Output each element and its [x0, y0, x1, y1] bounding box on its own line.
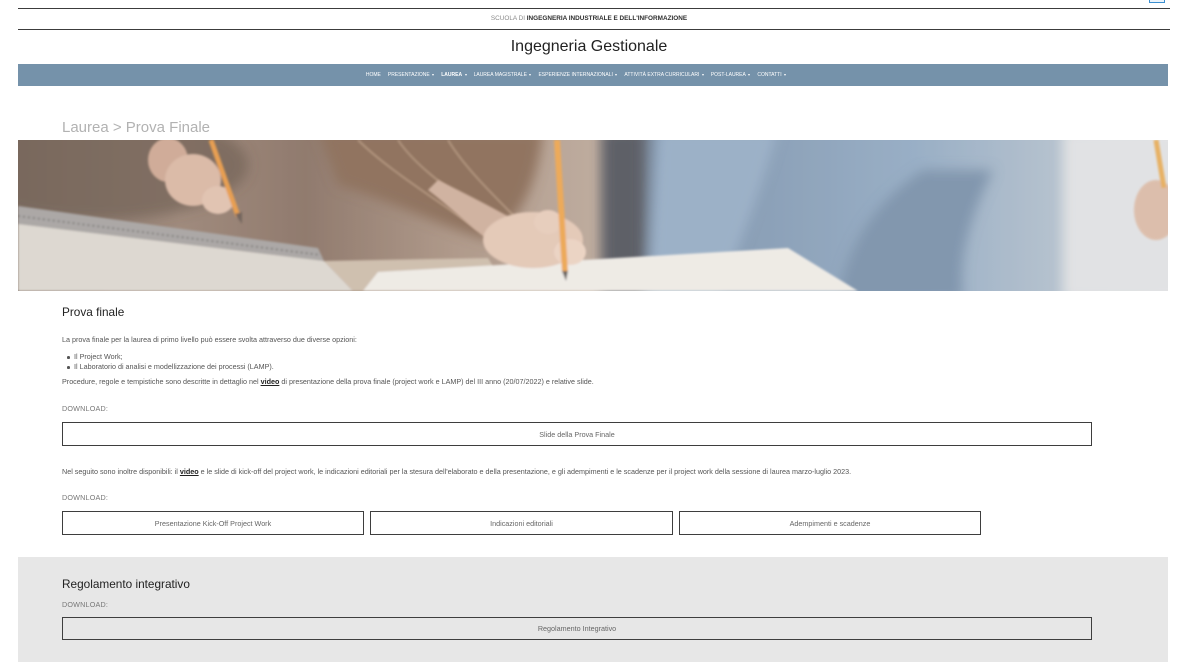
- section-heading: Prova finale: [62, 305, 125, 319]
- school-name: SCUOLA DI INGEGNERIA INDUSTRIALE E DELL'…: [0, 15, 1178, 23]
- procedure-text-end: di presentazione della prova finale (pro…: [279, 377, 594, 386]
- additional-resources-text: Nel seguito sono inoltre disponibili: il…: [62, 467, 851, 477]
- download-label: DOWNLOAD:: [62, 493, 109, 502]
- additional-text-start: Nel seguito sono inoltre disponibili: il: [62, 467, 180, 476]
- nav-item-label: POST-LAUREA: [710, 72, 746, 78]
- page-title: Laurea > Prova Finale: [62, 119, 211, 136]
- nav-item-label: CONTATTI: [757, 72, 782, 78]
- video-link[interactable]: video: [261, 377, 280, 386]
- chevron-down-icon: [784, 74, 787, 76]
- nav-item-label: ESPERIENZE INTERNAZIONALI: [538, 72, 613, 78]
- chevron-down-icon: [432, 74, 435, 76]
- school-prefix: SCUOLA DI: [490, 15, 525, 22]
- download-label: DOWNLOAD:: [62, 600, 109, 609]
- nav-item-laurea-magistrale[interactable]: LAUREA MAGISTRALE: [474, 72, 532, 78]
- chevron-down-icon: [748, 74, 751, 76]
- kickoff-video-link[interactable]: video: [180, 467, 199, 476]
- nav-item-label: HOME: [365, 72, 381, 78]
- corner-tab-button[interactable]: [1149, 0, 1165, 3]
- nav-item-contatti[interactable]: CONTATTI: [757, 72, 787, 78]
- school-name-text: INGEGNERIA INDUSTRIALE E DELL'INFORMAZIO…: [526, 15, 688, 22]
- chevron-down-icon: [701, 74, 704, 76]
- download-label: DOWNLOAD:: [62, 404, 109, 413]
- nav-item-post-laurea[interactable]: POST-LAUREA: [711, 72, 751, 78]
- nav-item-label: ATTIVITÀ EXTRA CURRICULARI: [624, 72, 700, 78]
- main-nav: HOME PRESENTAZIONE LAUREA LAUREA MAGISTR…: [18, 64, 1168, 86]
- nav-item-presentazione[interactable]: PRESENTAZIONE: [387, 72, 435, 78]
- top-divider: [18, 8, 1170, 9]
- nav-item-laurea[interactable]: LAUREA: [441, 72, 467, 78]
- site-title[interactable]: Ingegneria Gestionale: [0, 37, 1178, 56]
- nav-item-home[interactable]: HOME: [366, 72, 381, 78]
- nav-item-label: PRESENTAZIONE: [387, 72, 430, 78]
- regolamento-integrativo-button[interactable]: Regolamento Integrativo: [62, 617, 1092, 640]
- nav-item-esperienze-internazionali[interactable]: ESPERIENZE INTERNAZIONALI: [538, 72, 618, 78]
- intro-text: La prova finale per la laurea di primo l…: [62, 335, 357, 344]
- nav-item-label: LAUREA: [441, 72, 463, 78]
- additional-text-end: e le slide di kick-off del project work,…: [198, 467, 852, 476]
- deadlines-button[interactable]: Adempimenti e scadenze: [679, 511, 981, 535]
- header-divider: [18, 29, 1170, 30]
- option-item: Il Project Work;: [62, 352, 123, 362]
- nav-item-attivita-extra-curriculari[interactable]: ATTIVITÀ EXTRA CURRICULARI: [624, 72, 704, 78]
- chevron-down-icon: [529, 74, 532, 76]
- hero-image: [18, 140, 1168, 291]
- nav-item-label: LAUREA MAGISTRALE: [473, 72, 527, 78]
- option-item: Il Laboratorio di analisi e modellizzazi…: [62, 362, 274, 372]
- chevron-down-icon: [615, 74, 618, 76]
- hero-photo: [18, 140, 1168, 291]
- procedure-text-start: Procedure, regole e tempistiche sono des…: [62, 377, 261, 386]
- regolamento-section: Regolamento integrativo DOWNLOAD: Regola…: [18, 557, 1168, 662]
- procedure-text: Procedure, regole e tempistiche sono des…: [62, 377, 594, 387]
- kickoff-presentation-button[interactable]: Presentazione Kick-Off Project Work: [62, 511, 364, 535]
- editorial-guidelines-button[interactable]: Indicazioni editoriali: [370, 511, 673, 535]
- slide-prova-finale-button[interactable]: Slide della Prova Finale: [62, 422, 1092, 446]
- section-heading: Regolamento integrativo: [62, 577, 190, 591]
- chevron-down-icon: [464, 74, 467, 76]
